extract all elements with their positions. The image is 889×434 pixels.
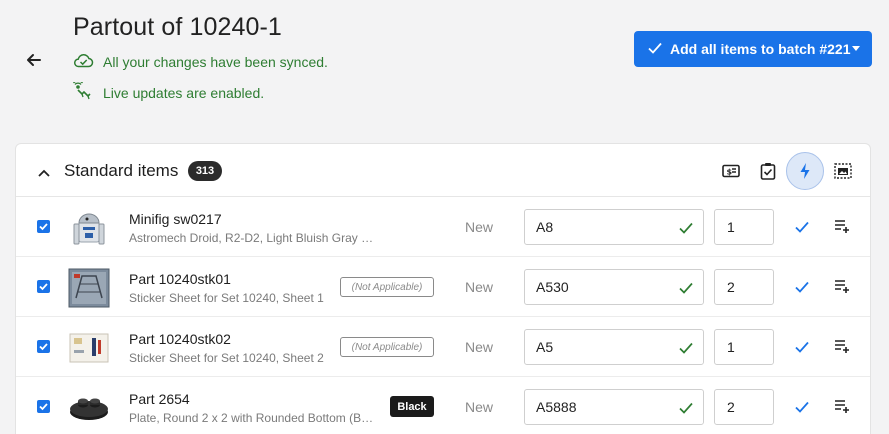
check-icon xyxy=(679,281,693,297)
check-icon xyxy=(648,41,662,57)
location-input[interactable]: A8 xyxy=(524,209,704,245)
item-checkbox[interactable] xyxy=(37,220,50,233)
sticker-sheet-thumbnail xyxy=(68,328,110,368)
chevron-up-icon[interactable] xyxy=(38,164,50,182)
quantity-input[interactable]: 1 xyxy=(714,329,774,365)
location-input[interactable]: A5888 xyxy=(524,389,704,425)
item-description: Sticker Sheet for Set 10240, Sheet 1 xyxy=(129,291,324,305)
item-condition[interactable]: New xyxy=(465,219,493,235)
sync-status-text: All your changes have been synced. xyxy=(103,53,328,70)
item-checkbox[interactable] xyxy=(37,340,50,353)
item-description: Astromech Droid, R2-D2, Light Bluish Gra… xyxy=(129,231,379,245)
color-not-applicable-badge: (Not Applicable) xyxy=(340,277,434,297)
standard-items-card: Standard items 313 $ Minifig sw0217 Astr… xyxy=(15,143,871,434)
confirm-check-icon[interactable] xyxy=(795,280,809,298)
item-name[interactable]: Part 10240stk02 xyxy=(129,331,231,347)
item-count-badge: 313 xyxy=(188,161,222,181)
color-not-applicable-badge: (Not Applicable) xyxy=(340,337,434,357)
confirm-check-icon[interactable] xyxy=(795,400,809,418)
quantity-value: 1 xyxy=(727,339,735,355)
section-title: Standard items xyxy=(64,161,179,180)
item-condition[interactable]: New xyxy=(465,279,493,295)
check-icon xyxy=(679,401,693,417)
lightning-icon[interactable] xyxy=(786,152,824,190)
location-value: A5888 xyxy=(536,399,577,415)
sync-status: All your changes have been synced. xyxy=(73,52,328,71)
playlist-add-icon[interactable] xyxy=(834,399,850,418)
item-checkbox[interactable] xyxy=(37,280,50,293)
location-input[interactable]: A530 xyxy=(524,269,704,305)
caret-down-icon[interactable] xyxy=(852,46,860,51)
add-all-to-batch-label: Add all items to batch #221 xyxy=(670,41,851,57)
live-signal-icon xyxy=(73,80,103,103)
color-badge: Black xyxy=(390,396,434,417)
sticker-sheet-thumbnail xyxy=(68,268,110,308)
location-value: A5 xyxy=(536,339,554,355)
price-tag-icon[interactable]: $ xyxy=(720,160,742,182)
check-icon xyxy=(679,341,693,357)
item-name[interactable]: Part 2654 xyxy=(129,391,190,407)
playlist-add-icon[interactable] xyxy=(834,279,850,298)
list-item: Part 10240stk01 Sticker Sheet for Set 10… xyxy=(16,257,870,317)
live-status-text: Live updates are enabled. xyxy=(103,84,265,101)
list-item: Part 2654 Plate, Round 2 x 2 with Rounde… xyxy=(16,377,870,434)
list-item: Part 10240stk02 Sticker Sheet for Set 10… xyxy=(16,317,870,377)
add-all-to-batch-button[interactable]: Add all items to batch #221 xyxy=(634,31,872,67)
location-input[interactable]: A5 xyxy=(524,329,704,365)
item-description: Plate, Round 2 x 2 with Rounded Bottom (… xyxy=(129,411,379,425)
cloud-check-icon xyxy=(73,52,103,71)
item-description: Sticker Sheet for Set 10240, Sheet 2 xyxy=(129,351,324,365)
quantity-input[interactable]: 2 xyxy=(714,269,774,305)
back-arrow-icon[interactable] xyxy=(24,50,44,70)
quantity-value: 2 xyxy=(727,279,735,295)
playlist-add-icon[interactable] xyxy=(834,339,850,358)
quantity-input[interactable]: 1 xyxy=(714,209,774,245)
location-value: A530 xyxy=(536,279,569,295)
location-value: A8 xyxy=(536,219,554,235)
item-condition[interactable]: New xyxy=(465,399,493,415)
page-title: Partout of 10240-1 xyxy=(73,13,282,41)
confirm-check-icon[interactable] xyxy=(795,220,809,238)
item-name[interactable]: Minifig sw0217 xyxy=(129,211,222,227)
clipboard-check-icon[interactable] xyxy=(757,160,779,182)
list-item: Minifig sw0217 Astromech Droid, R2-D2, L… xyxy=(16,197,870,257)
quantity-input[interactable]: 2 xyxy=(714,389,774,425)
check-icon xyxy=(679,221,693,237)
round-plate-thumbnail xyxy=(68,388,110,428)
section-header: Standard items 313 $ xyxy=(16,144,870,197)
quantity-value: 2 xyxy=(727,399,735,415)
svg-text:$: $ xyxy=(727,168,733,177)
minifig-r2d2-thumbnail xyxy=(68,208,110,248)
live-status: Live updates are enabled. xyxy=(73,80,265,103)
confirm-check-icon[interactable] xyxy=(795,340,809,358)
item-condition[interactable]: New xyxy=(465,339,493,355)
image-select-icon[interactable] xyxy=(832,160,854,182)
item-checkbox[interactable] xyxy=(37,400,50,413)
playlist-add-icon[interactable] xyxy=(834,219,850,238)
item-name[interactable]: Part 10240stk01 xyxy=(129,271,231,287)
quantity-value: 1 xyxy=(727,219,735,235)
